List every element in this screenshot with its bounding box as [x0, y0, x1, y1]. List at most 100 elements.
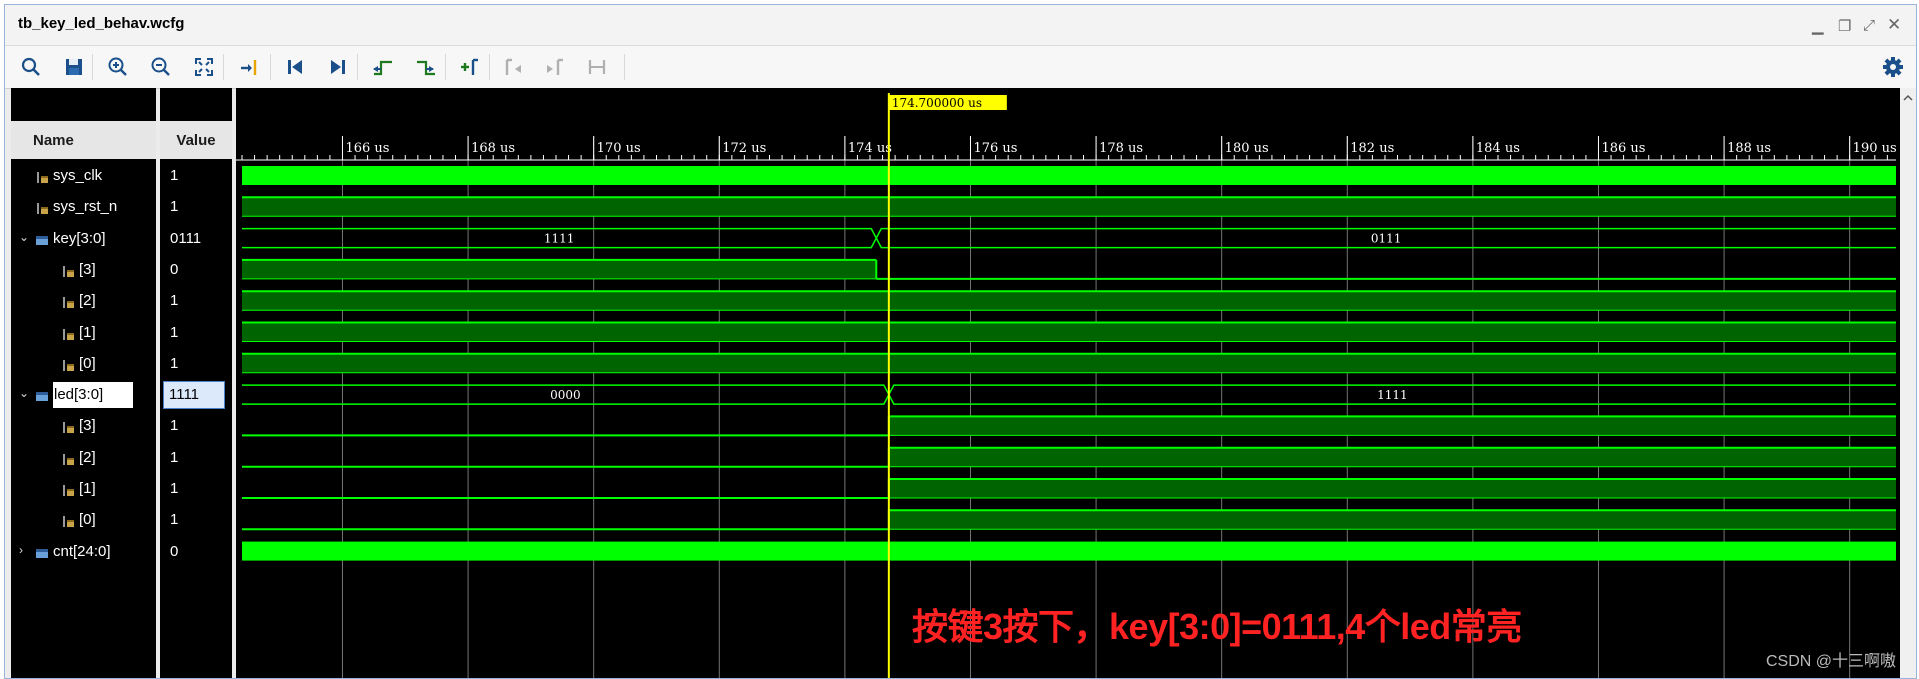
previous-transition-icon[interactable]	[371, 55, 395, 79]
bit-signal-icon	[61, 482, 76, 497]
window-title: tb_key_led_behav.wcfg	[18, 15, 185, 32]
signal-value: 0	[170, 542, 179, 560]
ruler-tick-label: 176 us	[973, 141, 1017, 156]
search-icon[interactable]	[19, 55, 43, 79]
minimize-icon[interactable]: ▁	[1812, 17, 1824, 35]
signal-name-label: led[3:0]	[53, 382, 134, 409]
next-marker-icon[interactable]	[544, 55, 568, 79]
signal-row-name[interactable]: [3]	[11, 255, 156, 286]
restore-icon[interactable]: ❐	[1838, 17, 1851, 35]
signal-row-name[interactable]: ⌄ led[3:0]	[11, 380, 156, 411]
signal-row-name[interactable]: [2]	[11, 443, 156, 474]
ruler-tick-label: 186 us	[1601, 141, 1645, 156]
go-to-end-icon[interactable]	[326, 55, 350, 79]
wave-high-fill	[242, 259, 877, 279]
bit-signal-icon	[61, 357, 76, 372]
waveform-panel[interactable]: 166 us 168 us 170 us 172 us 174 us 176 us 178 …	[236, 88, 1900, 678]
signal-row-name[interactable]: sys_clk	[11, 161, 156, 192]
signal-row-name[interactable]: sys_rst_n	[11, 192, 156, 223]
signal-row-value[interactable]: 0	[160, 255, 232, 286]
signal-name-label: [2]	[79, 448, 96, 466]
signal-row-value[interactable]: 1	[160, 349, 232, 380]
clock-dense-fill	[242, 541, 1896, 561]
signal-name-label: [1]	[79, 480, 96, 497]
scroll-up-icon[interactable]	[1900, 90, 1916, 106]
save-icon[interactable]	[62, 55, 86, 79]
bus-signal-icon	[35, 232, 50, 247]
signal-value: 0111	[170, 229, 202, 247]
annotation-text: 按键3按下，key[3:0]=0111,4个led常亮	[912, 606, 1522, 647]
signal-row-value[interactable]: 1	[160, 505, 232, 536]
signal-row-value[interactable]: 1	[160, 161, 232, 192]
signal-value: 1	[170, 448, 179, 466]
add-marker-icon[interactable]	[458, 55, 482, 79]
signal-row-value[interactable]: 1111	[160, 380, 232, 411]
bus-signal-icon	[35, 545, 50, 560]
bit-signal-icon	[61, 294, 76, 309]
vertical-scrollbar[interactable]	[1900, 88, 1916, 678]
signal-value: 1	[170, 323, 179, 341]
signal-row-name[interactable]: › cnt[24:0]	[11, 537, 156, 568]
bus-value-after: 1111	[1377, 388, 1408, 402]
signal-row-name[interactable]: [1]	[11, 318, 156, 349]
signal-value: 0	[170, 260, 179, 278]
signal-row-value[interactable]: 0111	[160, 224, 232, 255]
waveform-canvas[interactable]: 166 us 168 us 170 us 172 us 174 us 176 us 178 …	[236, 88, 1900, 678]
clock-dense-fill	[242, 166, 1896, 185]
signal-row-value[interactable]: 1	[160, 192, 232, 223]
bit-signal-icon	[61, 513, 76, 528]
float-icon[interactable]: ⤢	[1863, 17, 1875, 34]
close-icon[interactable]: ✕	[1887, 15, 1901, 35]
signal-name-label: sys_clk	[53, 167, 103, 184]
bit-signal-icon	[35, 200, 50, 215]
bit-signal-icon	[61, 326, 76, 341]
signal-name-label: [1]	[79, 323, 96, 341]
go-to-start-icon[interactable]	[283, 55, 307, 79]
go-to-cursor-icon[interactable]	[237, 55, 261, 79]
bus-signal-icon	[35, 388, 50, 403]
name-column-header[interactable]: Name	[11, 121, 156, 159]
wave-high-fill	[888, 510, 1896, 530]
collapse-arrow-icon[interactable]: ⌄	[19, 386, 29, 400]
signal-row-value[interactable]: 0	[160, 537, 232, 568]
ruler-tick-label: 182 us	[1350, 141, 1394, 156]
signal-row-value[interactable]: 1	[160, 443, 232, 474]
wave-high-fill	[888, 447, 1896, 467]
signal-value: 1	[170, 480, 179, 497]
zoom-fit-icon[interactable]	[192, 55, 216, 79]
bus-edge-a	[242, 227, 1896, 249]
gear-icon[interactable]	[1881, 55, 1905, 79]
signal-row-value[interactable]: 1	[160, 411, 232, 442]
signal-row-name[interactable]: [2]	[11, 286, 156, 317]
ruler-tick-label: 170 us	[597, 141, 641, 156]
signal-row-name[interactable]: [0]	[11, 349, 156, 380]
signal-row-name[interactable]: ⌄ key[3:0]	[11, 224, 156, 255]
bit-signal-icon	[61, 451, 76, 466]
signal-value: 1	[170, 292, 179, 310]
previous-marker-icon[interactable]	[502, 55, 526, 79]
signal-value: 1	[170, 417, 179, 435]
expand-arrow-icon[interactable]: ›	[19, 543, 23, 557]
watermark: CSDN @十三啊嗷	[1766, 653, 1897, 670]
swap-cursors-icon[interactable]	[585, 55, 609, 79]
ruler-tick-label: 188 us	[1727, 141, 1771, 156]
signal-row-value[interactable]: 1	[160, 286, 232, 317]
signal-name-label: sys_rst_n	[53, 198, 118, 216]
signal-row-value[interactable]: 1	[160, 474, 232, 505]
signal-row-name[interactable]: [0]	[11, 505, 156, 536]
signal-row-name[interactable]: [1]	[11, 474, 156, 505]
wave-high-fill	[242, 197, 1896, 217]
value-column-header[interactable]: Value	[160, 121, 232, 159]
ruler-tick-label: 172 us	[722, 141, 766, 156]
next-transition-icon[interactable]	[414, 55, 438, 79]
signal-name-label: key[3:0]	[53, 229, 106, 247]
zoom-in-icon[interactable]	[106, 55, 130, 79]
signal-value: 1	[170, 354, 179, 372]
zoom-out-icon[interactable]	[149, 55, 173, 79]
ruler-tick-label: 190 us	[1853, 141, 1897, 156]
signal-row-name[interactable]: [3]	[11, 411, 156, 442]
collapse-arrow-icon[interactable]: ⌄	[19, 230, 29, 244]
bus-edge-a	[242, 384, 1896, 405]
signal-name-label: [3]	[79, 417, 96, 435]
signal-row-value[interactable]: 1	[160, 318, 232, 349]
